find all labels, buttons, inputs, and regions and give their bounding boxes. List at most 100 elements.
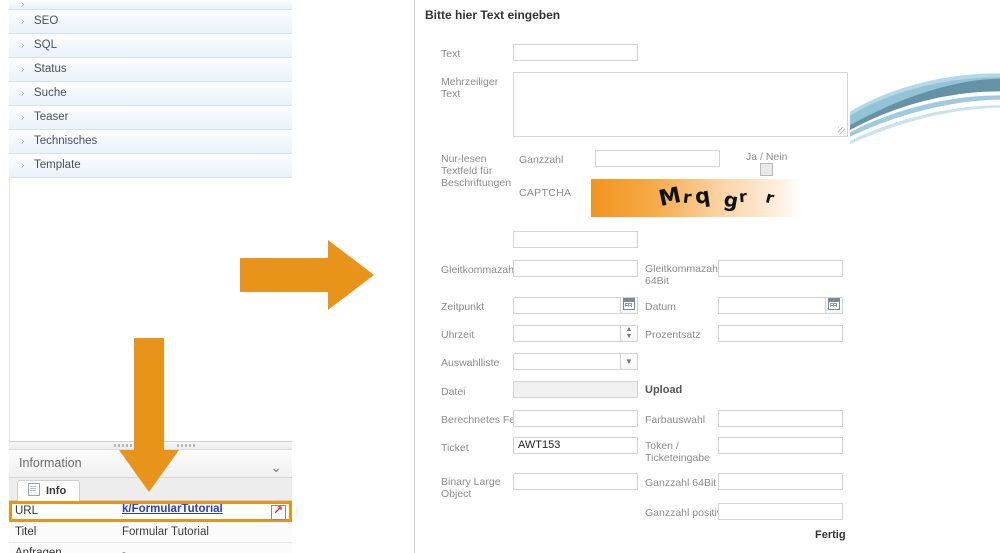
label-timestamp: Zeitpunkt bbox=[441, 301, 485, 313]
resize-dots-right bbox=[177, 444, 197, 447]
chevron-right-icon: › bbox=[21, 160, 25, 171]
label-time: Uhrzeit bbox=[441, 329, 475, 341]
label-text: Text bbox=[441, 48, 461, 60]
input-float64[interactable] bbox=[718, 260, 843, 277]
sidebar-item-sql[interactable]: › SQL bbox=[9, 34, 292, 58]
label-blob: Binary Large Object bbox=[441, 476, 501, 500]
spinner-icon-time[interactable]: ▲ ▼ bbox=[621, 325, 638, 342]
label-file: Datei bbox=[441, 386, 466, 398]
input-timestamp[interactable] bbox=[513, 297, 621, 314]
input-percent[interactable] bbox=[718, 325, 843, 342]
tab-info-label: Info bbox=[46, 485, 67, 497]
row-value[interactable]: k/FormularTutorial bbox=[116, 501, 292, 522]
row-key: Titel bbox=[9, 521, 116, 543]
url-link[interactable]: k/FormularTutorial bbox=[122, 503, 223, 515]
label-float64: Gleitkommazahl 64Bit bbox=[645, 263, 721, 287]
annotation-arrow-down bbox=[118, 338, 180, 493]
input-blob[interactable] bbox=[513, 473, 638, 490]
captcha-glyph: M bbox=[656, 182, 684, 213]
label-captcha: CAPTCHA bbox=[519, 187, 572, 199]
input-integer[interactable] bbox=[595, 150, 720, 167]
input-time[interactable] bbox=[513, 325, 621, 342]
chevron-right-icon: › bbox=[21, 136, 25, 147]
captcha-glyph: q bbox=[693, 183, 712, 209]
row-key: URL bbox=[9, 501, 116, 522]
label-select: Auswahlliste bbox=[441, 357, 500, 369]
label-date: Datum bbox=[645, 301, 676, 313]
captcha-glyph: r bbox=[763, 187, 777, 208]
sidebar-item-suche[interactable]: › Suche bbox=[9, 82, 292, 106]
input-color[interactable] bbox=[718, 410, 843, 427]
calendar-icon-timestamp[interactable] bbox=[621, 297, 638, 314]
navigation-tree[interactable]: › › SEO › SQL › Status › Suche › Teaser › Technische… bbox=[9, 0, 292, 178]
input-select[interactable] bbox=[513, 353, 621, 370]
input-int-positive[interactable] bbox=[718, 503, 843, 520]
sidebar-item-template[interactable]: › Template bbox=[9, 154, 292, 178]
chevron-down-icon-select[interactable]: ▼ bbox=[621, 353, 638, 370]
captcha-image: Mrqgrr bbox=[591, 179, 801, 217]
sidebar-item-label: Suche bbox=[34, 87, 67, 99]
chevron-right-icon: › bbox=[21, 112, 25, 123]
row-value: - bbox=[116, 542, 292, 553]
captcha-glyph: r bbox=[681, 187, 693, 209]
row-value: Formular Tutorial bbox=[116, 521, 292, 543]
submit-button[interactable]: Fertig bbox=[815, 529, 846, 541]
input-int64[interactable] bbox=[718, 473, 843, 490]
label-calculated: Berechnetes Feld bbox=[441, 414, 524, 426]
sidebar-item-teaser[interactable]: › Teaser bbox=[9, 106, 292, 130]
form-title: Bitte hier Text eingeben bbox=[425, 8, 561, 22]
label-int64: Ganzzahl 64Bit bbox=[645, 477, 717, 489]
label-int-positive: Ganzzahl positiv bbox=[645, 507, 723, 519]
label-ticket: Ticket bbox=[441, 442, 469, 454]
input-captcha-answer[interactable] bbox=[513, 231, 638, 248]
label-multiline: Mehrzeiliger Text bbox=[441, 76, 499, 100]
input-ticket[interactable]: AWT153 bbox=[513, 437, 638, 454]
label-color: Farbauswahl bbox=[645, 414, 706, 426]
table-row: Anfragen - bbox=[9, 542, 292, 553]
sidebar-item-label: Teaser bbox=[34, 111, 69, 123]
value-text: - bbox=[122, 547, 126, 553]
captcha-glyph: g bbox=[722, 186, 741, 214]
sidebar-item-seo[interactable]: › SEO bbox=[9, 10, 292, 34]
label-integer: Ganzzahl bbox=[519, 154, 564, 166]
label-float: Gleitkommazahl bbox=[441, 264, 517, 276]
button-upload[interactable]: Upload bbox=[645, 384, 682, 396]
calendar-icon-date[interactable] bbox=[826, 297, 843, 314]
document-icon bbox=[28, 483, 40, 496]
form-preview-area: Bitte hier Text eingeben Text Mehrzeilig… bbox=[415, 0, 1000, 553]
sidebar-item-label: Template bbox=[34, 159, 81, 171]
annotation-arrow-right bbox=[240, 240, 375, 310]
sidebar-item-label: Technisches bbox=[34, 135, 98, 147]
information-table: URL k/FormularTutorial Titel Formular Tutor… bbox=[9, 501, 292, 553]
input-calculated[interactable] bbox=[513, 410, 638, 427]
label-percent: Prozentsatz bbox=[645, 329, 701, 341]
sidebar-item-technisches[interactable]: › Technisches bbox=[9, 130, 292, 154]
chevron-right-icon: › bbox=[21, 64, 25, 75]
tree-row-partial[interactable]: › bbox=[9, 0, 292, 10]
input-token[interactable] bbox=[718, 437, 843, 454]
input-text[interactable] bbox=[513, 44, 638, 61]
tab-info[interactable]: Info bbox=[17, 480, 81, 501]
value-text: Formular Tutorial bbox=[122, 526, 209, 538]
checkbox-yesno[interactable] bbox=[760, 163, 773, 176]
chevron-right-icon: › bbox=[21, 40, 25, 51]
input-date[interactable] bbox=[718, 297, 826, 314]
decorative-swoosh-graphic bbox=[850, 30, 1000, 170]
sidebar-item-status[interactable]: › Status bbox=[9, 58, 292, 82]
chevron-down-icon[interactable]: ⌄ bbox=[270, 454, 282, 481]
captcha-glyph: r bbox=[738, 186, 748, 207]
label-yesno: Ja / Nein bbox=[746, 151, 788, 163]
input-file[interactable] bbox=[513, 381, 638, 398]
input-float[interactable] bbox=[513, 260, 638, 277]
table-row: URL k/FormularTutorial bbox=[9, 501, 292, 522]
chevron-right-icon: › bbox=[21, 0, 25, 10]
external-link-icon[interactable] bbox=[271, 503, 286, 520]
label-readonly-caption: Nur-lesen Textfeld für Beschriftungen bbox=[441, 153, 512, 189]
sidebar-item-label: Status bbox=[34, 63, 67, 75]
chevron-right-icon: › bbox=[21, 88, 25, 99]
row-key: Anfragen bbox=[9, 542, 116, 553]
sidebar-item-label: SEO bbox=[34, 15, 59, 27]
textarea-multiline[interactable] bbox=[513, 72, 848, 137]
chevron-right-icon: › bbox=[21, 16, 25, 27]
label-token: Token / Ticketeingabe bbox=[645, 440, 710, 464]
